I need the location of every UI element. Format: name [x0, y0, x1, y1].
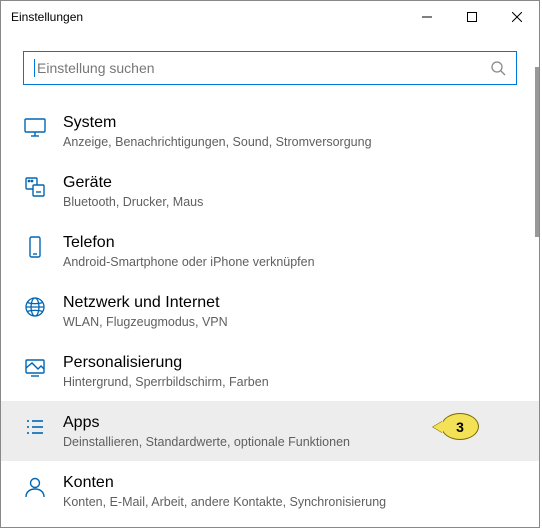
item-title: Geräte [63, 173, 517, 193]
search-wrap: Einstellung suchen [1, 33, 539, 95]
item-title: Telefon [63, 233, 517, 253]
content-area: Einstellung suchen System Anzeige, Benac… [1, 33, 539, 527]
item-sub: Konten, E-Mail, Arbeit, andere Kontakte,… [63, 495, 517, 509]
annotation-callout: 3 [441, 413, 479, 440]
close-button[interactable] [494, 2, 539, 32]
list-item-accounts[interactable]: Konten Konten, E-Mail, Arbeit, andere Ko… [1, 461, 539, 521]
scrollbar-thumb[interactable] [535, 67, 539, 237]
item-sub: Hintergrund, Sperrbildschirm, Farben [63, 375, 517, 389]
close-icon [512, 12, 522, 22]
accounts-icon [23, 475, 47, 499]
settings-window: Einstellungen Einstellung suchen [0, 0, 540, 528]
item-sub: Android-Smartphone oder iPhone verknüpfe… [63, 255, 517, 269]
item-title: System [63, 113, 517, 133]
item-title: Konten [63, 473, 517, 493]
window-title: Einstellungen [11, 10, 83, 24]
item-title: Netzwerk und Internet [63, 293, 517, 313]
system-icon [23, 115, 47, 139]
search-placeholder: Einstellung suchen [37, 60, 490, 76]
text-caret [34, 59, 35, 77]
list-item-personalization[interactable]: Personalisierung Hintergrund, Sperrbilds… [1, 341, 539, 401]
maximize-icon [467, 12, 477, 22]
item-sub: Anzeige, Benachrichtigungen, Sound, Stro… [63, 135, 517, 149]
list-item-network[interactable]: Netzwerk und Internet WLAN, Flugzeugmodu… [1, 281, 539, 341]
callout-label: 3 [456, 419, 464, 435]
list-item-apps[interactable]: Apps Deinstallieren, Standardwerte, opti… [1, 401, 539, 461]
item-sub: Bluetooth, Drucker, Maus [63, 195, 517, 209]
list-item-system[interactable]: System Anzeige, Benachrichtigungen, Soun… [1, 101, 539, 161]
titlebar: Einstellungen [1, 1, 539, 33]
settings-list: System Anzeige, Benachrichtigungen, Soun… [1, 95, 539, 521]
apps-icon [23, 415, 47, 439]
personalization-icon [23, 355, 47, 379]
phone-icon [23, 235, 47, 259]
search-icon [490, 60, 506, 76]
item-title: Personalisierung [63, 353, 517, 373]
list-item-phone[interactable]: Telefon Android-Smartphone oder iPhone v… [1, 221, 539, 281]
maximize-button[interactable] [449, 2, 494, 32]
minimize-icon [422, 12, 432, 22]
minimize-button[interactable] [404, 2, 449, 32]
globe-icon [23, 295, 47, 319]
devices-icon [23, 175, 47, 199]
item-sub: WLAN, Flugzeugmodus, VPN [63, 315, 517, 329]
list-item-devices[interactable]: Geräte Bluetooth, Drucker, Maus [1, 161, 539, 221]
search-input[interactable]: Einstellung suchen [23, 51, 517, 85]
